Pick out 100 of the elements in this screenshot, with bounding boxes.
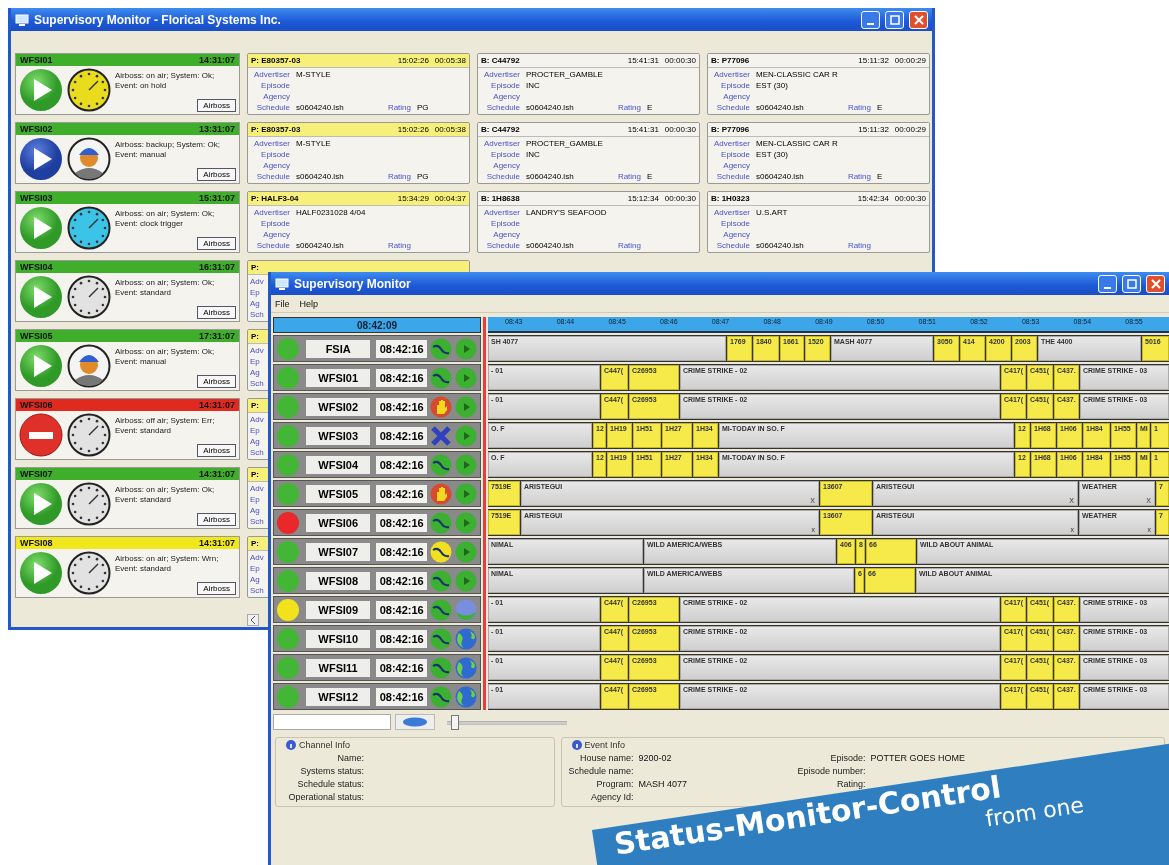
station-row[interactable]: WFSI08 08:42:16 bbox=[273, 567, 481, 594]
field-value: E bbox=[877, 172, 884, 181]
maximize-button[interactable] bbox=[885, 10, 904, 29]
maximize-button[interactable] bbox=[1122, 274, 1141, 293]
airboss-button[interactable]: Airboss bbox=[197, 444, 236, 457]
field-label: Adv bbox=[250, 415, 264, 424]
clock-display: 08:42:09 bbox=[273, 317, 481, 333]
field-label: Advertiser bbox=[253, 208, 290, 217]
field-value: s0604240.lsh bbox=[526, 172, 575, 181]
event-id: P: HALF3-04 bbox=[251, 194, 299, 203]
station-row[interactable]: WFSI10 08:42:16 bbox=[273, 625, 481, 652]
station-name: WFSI04 bbox=[306, 455, 371, 474]
menu-item[interactable]: File bbox=[275, 298, 290, 309]
station-row[interactable]: WFSI02 08:42:16 bbox=[273, 393, 481, 420]
monitor-icon bbox=[15, 13, 29, 26]
station-time: 08:42:16 bbox=[376, 571, 427, 590]
field-value: PG bbox=[417, 172, 430, 181]
field-value: INC bbox=[526, 81, 541, 90]
station-row[interactable]: WFSI07 08:42:16 bbox=[273, 538, 481, 565]
info-label: Episode: bbox=[829, 752, 866, 763]
field-label: Rating bbox=[847, 103, 871, 112]
station-row[interactable]: WFSI09 08:42:16 bbox=[273, 596, 481, 623]
field-label: Agency bbox=[262, 161, 290, 170]
field-label: Sch bbox=[250, 310, 264, 319]
capsule-button[interactable] bbox=[395, 714, 435, 730]
field-value: EST (30) bbox=[756, 150, 789, 159]
event-time: 15:41:31 bbox=[627, 125, 659, 134]
airboss-button[interactable]: Airboss bbox=[197, 582, 236, 595]
field-label: Adv bbox=[250, 346, 264, 355]
field-label: Episode bbox=[720, 150, 750, 159]
station-row[interactable]: WFSI11 08:42:16 bbox=[273, 654, 481, 681]
play-icon bbox=[19, 344, 63, 388]
airboss-button[interactable]: Airboss bbox=[197, 306, 236, 319]
event-id: B: C44792 bbox=[481, 125, 520, 134]
play-icon bbox=[455, 453, 477, 476]
station-name: WFSI05 bbox=[306, 484, 371, 503]
field-value: INC bbox=[526, 150, 541, 159]
station-time: 14:31:07 bbox=[198, 538, 235, 548]
field-label: Ep bbox=[250, 495, 260, 504]
menu-item[interactable]: Help bbox=[299, 298, 319, 309]
scroll-left-button[interactable] bbox=[247, 614, 259, 626]
play-icon bbox=[19, 551, 63, 595]
field-label: Ep bbox=[250, 288, 260, 297]
station-time: 14:31:07 bbox=[198, 55, 235, 65]
wave-icon bbox=[430, 366, 452, 389]
station-row[interactable]: FSIA 08:42:16 bbox=[273, 335, 481, 362]
event-time: 15:02:26 bbox=[397, 56, 429, 65]
field-label: Episode bbox=[720, 81, 750, 90]
field-label: Ag bbox=[250, 437, 260, 446]
airboss-button[interactable]: Airboss bbox=[197, 99, 236, 112]
station-row[interactable]: WFSI05 08:42:16 bbox=[273, 480, 481, 507]
station-time: 08:42:16 bbox=[376, 397, 427, 416]
status-text: Event: on hold bbox=[115, 81, 168, 90]
wave-icon bbox=[430, 656, 452, 679]
field-value: M-STYLE bbox=[296, 139, 332, 148]
station-row[interactable]: WFSI12 08:42:16 bbox=[273, 683, 481, 710]
station-name: WFSI02 bbox=[306, 397, 371, 416]
airboss-button[interactable]: Airboss bbox=[197, 237, 236, 250]
field-value: s0604240.lsh bbox=[756, 103, 805, 112]
play-icon bbox=[455, 511, 477, 534]
sphere-icon bbox=[455, 598, 477, 621]
event-id: P: bbox=[251, 263, 259, 272]
field-label: Rating bbox=[617, 172, 641, 181]
field-label: Ep bbox=[250, 564, 260, 573]
event-id: P: bbox=[251, 470, 259, 479]
field-label: Schedule bbox=[485, 172, 520, 181]
status-text: Airboss: on air; System: Ok; bbox=[115, 71, 216, 80]
slider-thumb[interactable] bbox=[450, 714, 459, 730]
globe-icon bbox=[455, 627, 477, 650]
station-time: 08:42:16 bbox=[376, 426, 427, 445]
event-id: P: bbox=[251, 332, 259, 341]
station-row[interactable]: WFSI03 08:42:16 bbox=[273, 422, 481, 449]
minimize-button[interactable] bbox=[861, 10, 880, 29]
status-text: Event: standard bbox=[115, 426, 173, 435]
minimize-button[interactable] bbox=[1098, 274, 1117, 293]
station-row[interactable]: WFSI01 08:42:16 bbox=[273, 364, 481, 391]
field-label: Rating bbox=[387, 241, 411, 250]
station-name: WFSI02 bbox=[20, 124, 53, 134]
play-icon bbox=[19, 482, 63, 526]
airboss-button[interactable]: Airboss bbox=[197, 375, 236, 388]
station-time: 08:42:16 bbox=[376, 339, 427, 358]
event-duration: 00:00:29 bbox=[894, 125, 926, 134]
station-name: WFSI06 bbox=[306, 513, 371, 532]
input-field[interactable] bbox=[273, 714, 391, 730]
station-row[interactable]: WFSI06 08:42:16 bbox=[273, 509, 481, 536]
maximize-icon bbox=[1126, 278, 1137, 289]
status-text: Airboss: on air; System: Wrn; bbox=[115, 554, 220, 563]
event-id: B: 1H8638 bbox=[481, 194, 520, 203]
field-label: Ag bbox=[250, 368, 260, 377]
caution-wave-icon bbox=[430, 540, 452, 563]
event-time: 15:12:34 bbox=[627, 194, 659, 203]
field-label: Schedule bbox=[715, 241, 750, 250]
station-row[interactable]: WFSI04 08:42:16 bbox=[273, 451, 481, 478]
close-button[interactable] bbox=[909, 10, 928, 29]
airboss-button[interactable]: Airboss bbox=[197, 513, 236, 526]
field-value: s0604240.lsh bbox=[526, 241, 575, 250]
hand-icon bbox=[430, 482, 452, 505]
airboss-button[interactable]: Airboss bbox=[197, 168, 236, 181]
close-button[interactable] bbox=[1146, 274, 1165, 293]
stop-icon bbox=[19, 413, 63, 457]
